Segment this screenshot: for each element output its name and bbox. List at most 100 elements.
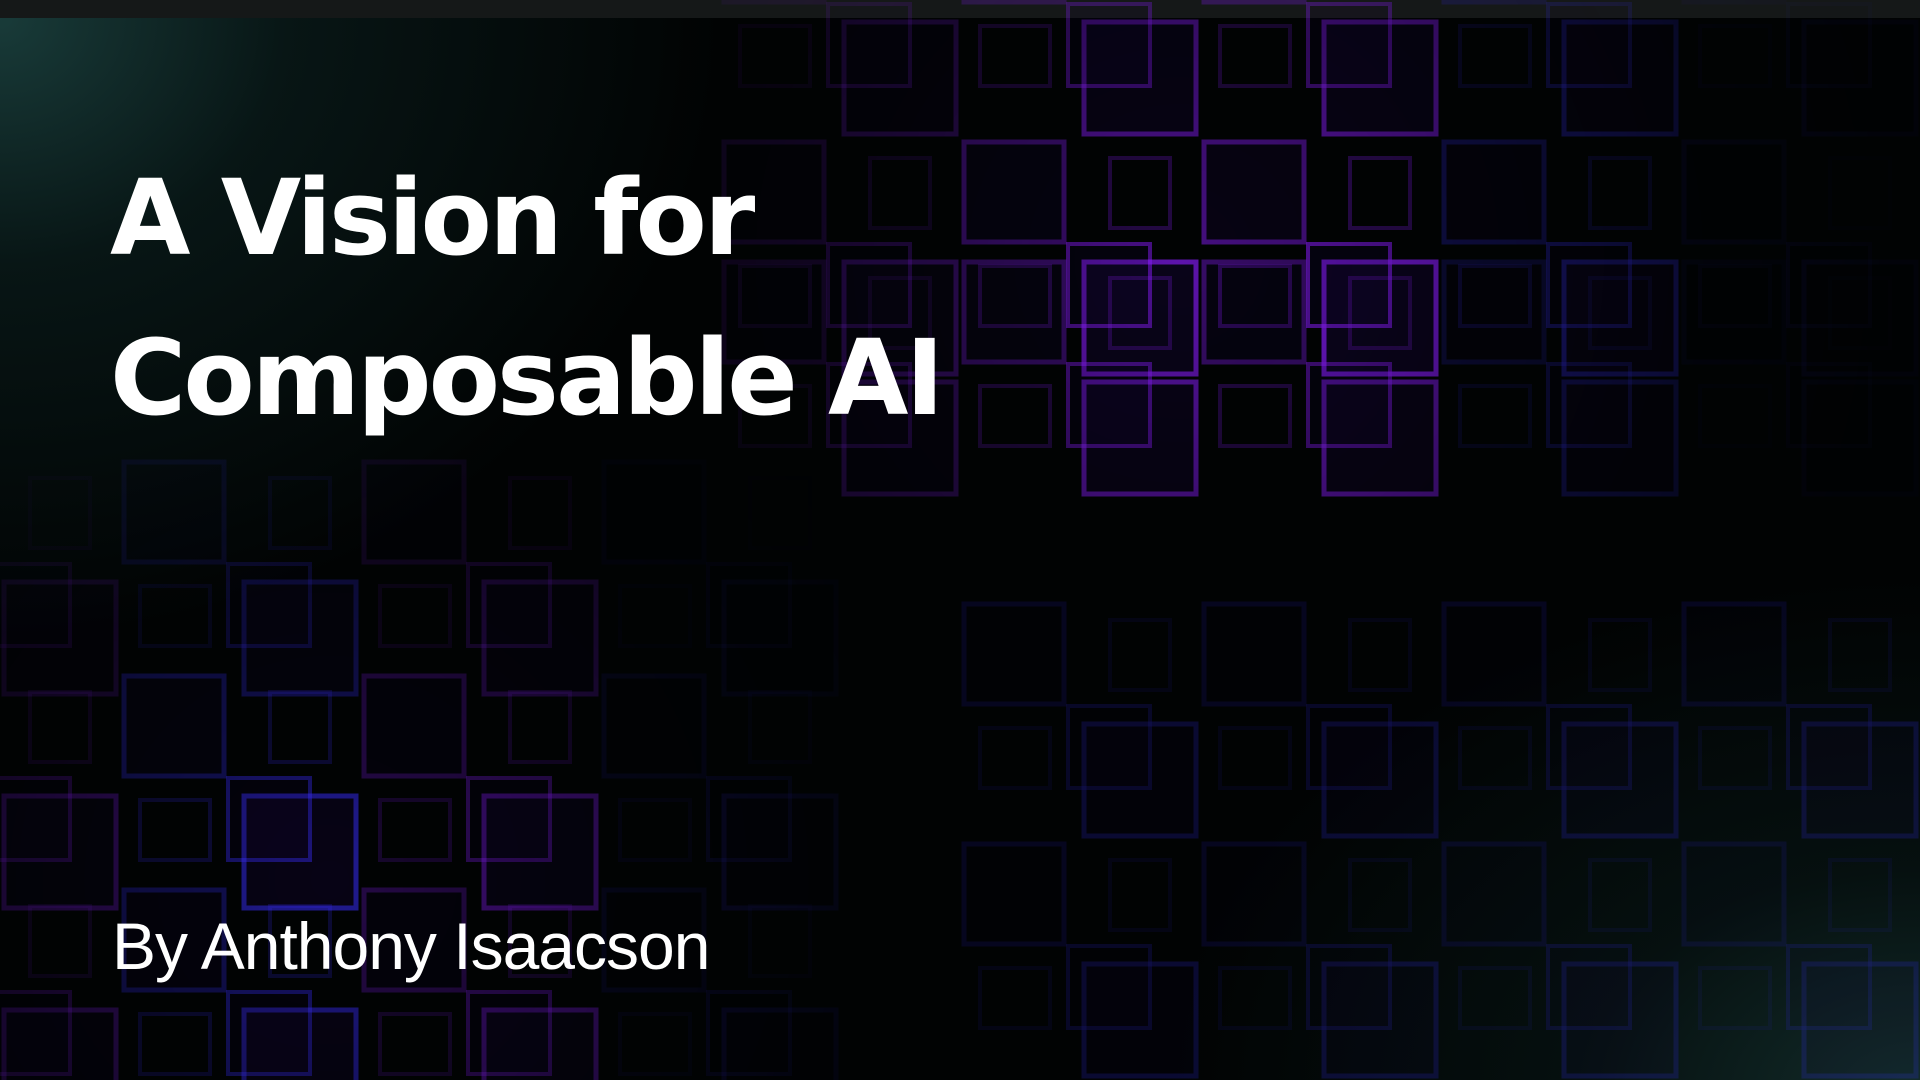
grid-square <box>961 0 1067 5</box>
grid-square <box>1681 139 1787 245</box>
grid-square <box>706 776 792 862</box>
slide-title: A Vision for Composable AI <box>110 138 944 458</box>
grid-square <box>618 1012 692 1076</box>
grid-square <box>1201 601 1307 707</box>
grid-square <box>706 990 792 1076</box>
grid-square <box>1441 841 1547 947</box>
grid-square <box>1306 2 1392 88</box>
grid-square <box>1546 944 1632 1030</box>
grid-square <box>738 24 812 88</box>
grid-square <box>1458 726 1532 790</box>
grid-square <box>961 841 1067 947</box>
grid-square <box>748 690 812 764</box>
grid-square <box>1348 858 1412 932</box>
grid-square <box>1306 944 1392 1030</box>
grid-square <box>1201 139 1307 245</box>
grid-square <box>1681 601 1787 707</box>
grid-square <box>508 476 572 550</box>
grid-square <box>1218 966 1292 1030</box>
grid-square <box>618 798 692 862</box>
grid-square <box>466 562 552 648</box>
grid-square <box>1218 384 1292 448</box>
grid-square <box>28 904 92 978</box>
author-byline: By Anthony Isaacson <box>112 909 710 983</box>
slide-title-line-1: A Vision for <box>110 157 755 279</box>
grid-square <box>1546 362 1632 448</box>
grid-square <box>961 601 1067 707</box>
grid-square <box>0 776 72 862</box>
grid-square <box>1698 24 1772 88</box>
grid-square <box>1306 704 1392 790</box>
grid-square <box>1066 704 1152 790</box>
grid-square <box>1786 704 1872 790</box>
grid-square <box>226 776 312 862</box>
grid-square <box>1201 259 1307 365</box>
grid-square <box>1681 0 1787 5</box>
grid-square <box>138 584 212 648</box>
grid-square <box>28 690 92 764</box>
grid-square <box>961 259 1067 365</box>
grid-square <box>1201 0 1307 5</box>
grid-square <box>1108 156 1172 230</box>
grid-square <box>978 384 1052 448</box>
grid-square <box>978 24 1052 88</box>
grid-square <box>1441 259 1547 365</box>
grid-square <box>1441 139 1547 245</box>
grid-square <box>466 990 552 1076</box>
grid-square <box>1458 384 1532 448</box>
grid-square <box>1108 618 1172 692</box>
grid-square <box>618 584 692 648</box>
grid-square <box>1348 618 1412 692</box>
grid-square <box>1786 944 1872 1030</box>
grid-square <box>1588 858 1652 932</box>
grid-square <box>978 726 1052 790</box>
grid-square <box>466 776 552 862</box>
grid-square <box>226 562 312 648</box>
grid-square <box>1828 156 1892 230</box>
grid-square <box>706 562 792 648</box>
grid-square <box>361 673 467 779</box>
grid-square <box>721 0 827 5</box>
grid-square <box>268 476 332 550</box>
grid-square <box>1786 362 1872 448</box>
grid-square <box>1458 24 1532 88</box>
grid-square <box>1108 858 1172 932</box>
grid-square <box>1441 601 1547 707</box>
grid-square <box>138 798 212 862</box>
grid-square <box>0 990 72 1076</box>
grid-square <box>1698 966 1772 1030</box>
grid-square <box>1546 2 1632 88</box>
grid-square <box>961 139 1067 245</box>
slide-title-line-2: Composable AI <box>110 317 944 439</box>
grid-square <box>508 690 572 764</box>
grid-square <box>121 459 227 565</box>
grid-square <box>268 690 332 764</box>
grid-square <box>1066 2 1152 88</box>
grid-square <box>1828 858 1892 932</box>
grid-square <box>138 1012 212 1076</box>
grid-square <box>121 673 227 779</box>
grid-square <box>748 904 812 978</box>
grid-square <box>1306 362 1392 448</box>
grid-square <box>978 966 1052 1030</box>
grid-square <box>1458 966 1532 1030</box>
grid-square <box>1698 726 1772 790</box>
grid-square <box>1066 944 1152 1030</box>
grid-square <box>1218 726 1292 790</box>
slide: A Vision for Composable AI By Anthony Is… <box>0 0 1920 1080</box>
grid-square <box>361 459 467 565</box>
grid-square <box>1441 0 1547 5</box>
grid-square <box>378 584 452 648</box>
grid-square <box>1066 362 1152 448</box>
grid-square <box>748 476 812 550</box>
grid-square <box>1588 156 1652 230</box>
grid-square <box>0 562 72 648</box>
grid-square <box>1828 618 1892 692</box>
grid-pattern-lower-right <box>961 601 1919 1079</box>
grid-square <box>601 673 707 779</box>
grid-square <box>1588 618 1652 692</box>
grid-pattern-lower-left <box>0 459 839 1080</box>
grid-square <box>1681 841 1787 947</box>
grid-square <box>601 459 707 565</box>
grid-square <box>226 990 312 1076</box>
